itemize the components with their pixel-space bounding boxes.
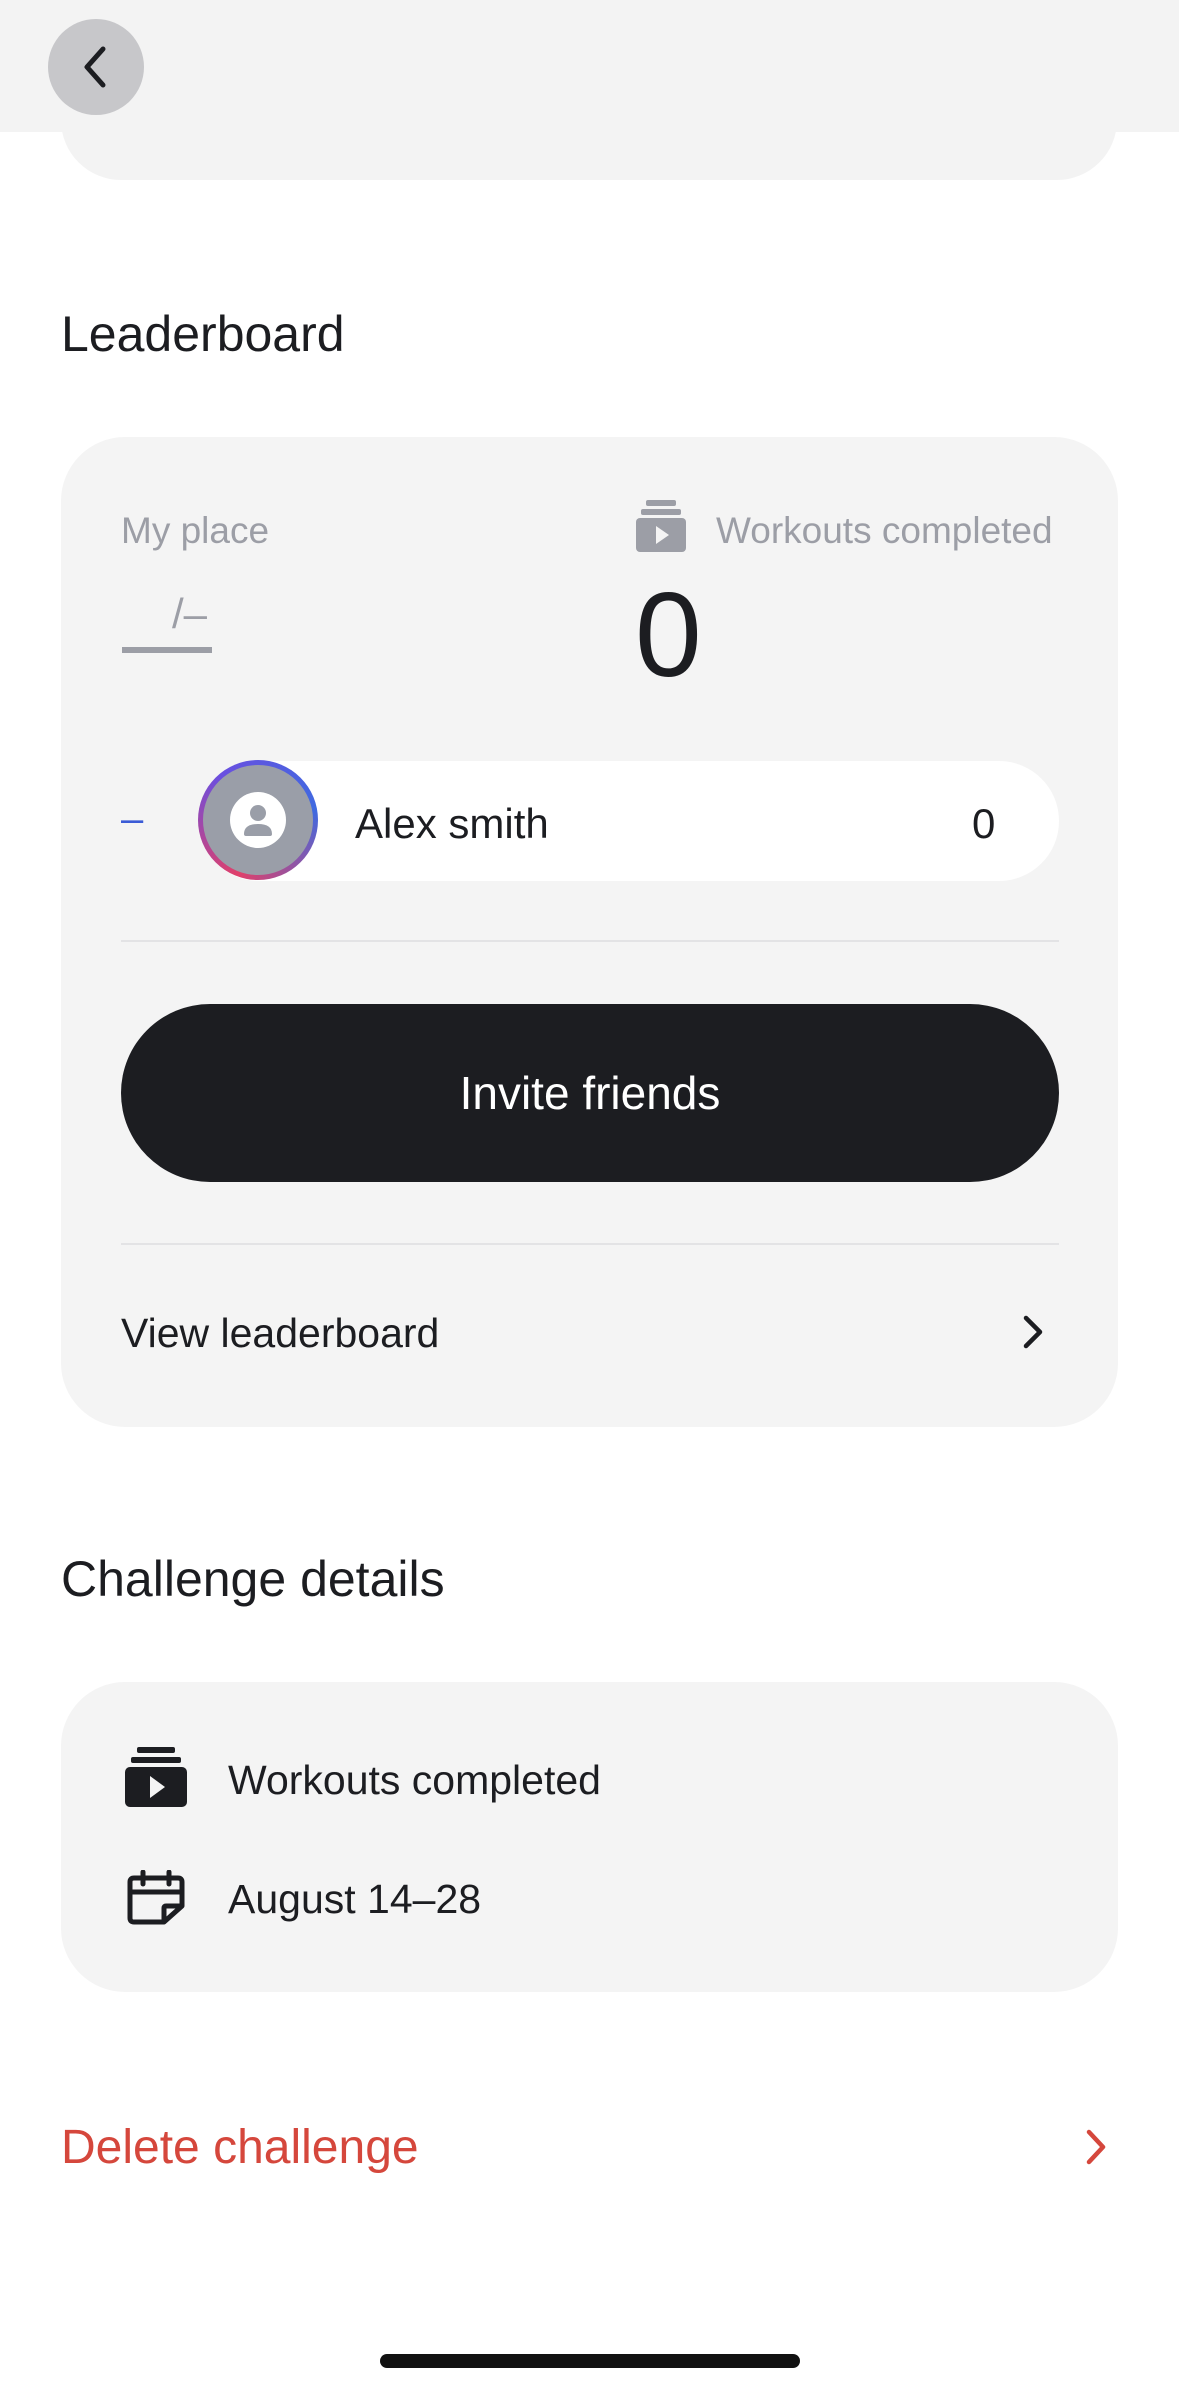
workouts-completed-value: 0 (635, 568, 702, 702)
user-placeholder-icon (230, 792, 286, 848)
calendar-icon (127, 1870, 185, 1925)
divider (121, 940, 1059, 942)
chevron-left-icon (84, 46, 106, 88)
home-indicator[interactable] (380, 2354, 800, 2368)
detail-goal-text: Workouts completed (228, 1757, 601, 1803)
top-bar (0, 0, 1179, 132)
chevron-right-icon (1086, 2129, 1106, 2165)
challenge-details-title: Challenge details (61, 1551, 445, 1607)
divider (121, 1243, 1059, 1245)
leaderboard-card (61, 437, 1118, 1427)
workouts-stack-icon (125, 1747, 187, 1807)
user-score: 0 (972, 800, 996, 847)
leaderboard-title: Leaderboard (61, 306, 345, 362)
invite-friends-button[interactable]: Invite friends (121, 1004, 1059, 1182)
delete-challenge-button[interactable]: Delete challenge (61, 2110, 1118, 2190)
detail-dates-text: August 14–28 (228, 1876, 482, 1922)
challenge-page: Leaderboard My place — /– Workouts compl… (0, 0, 1179, 2396)
avatar (198, 760, 318, 880)
view-leaderboard-link[interactable]: View leaderboard (121, 1296, 1059, 1376)
workouts-stack-icon (636, 500, 686, 552)
my-place-total: /– (172, 590, 208, 637)
back-button[interactable] (48, 19, 144, 115)
user-row[interactable] (199, 761, 1059, 881)
delete-challenge-label: Delete challenge (61, 2121, 419, 2174)
chevron-right-icon (1023, 1315, 1043, 1349)
workouts-completed-label: Workouts completed (716, 510, 1053, 551)
challenge-details-card (61, 1682, 1118, 1992)
user-name: Alex smith (355, 800, 549, 847)
my-place-label: My place (121, 510, 270, 551)
user-rank: – (121, 797, 144, 841)
view-leaderboard-label: View leaderboard (121, 1310, 440, 1356)
